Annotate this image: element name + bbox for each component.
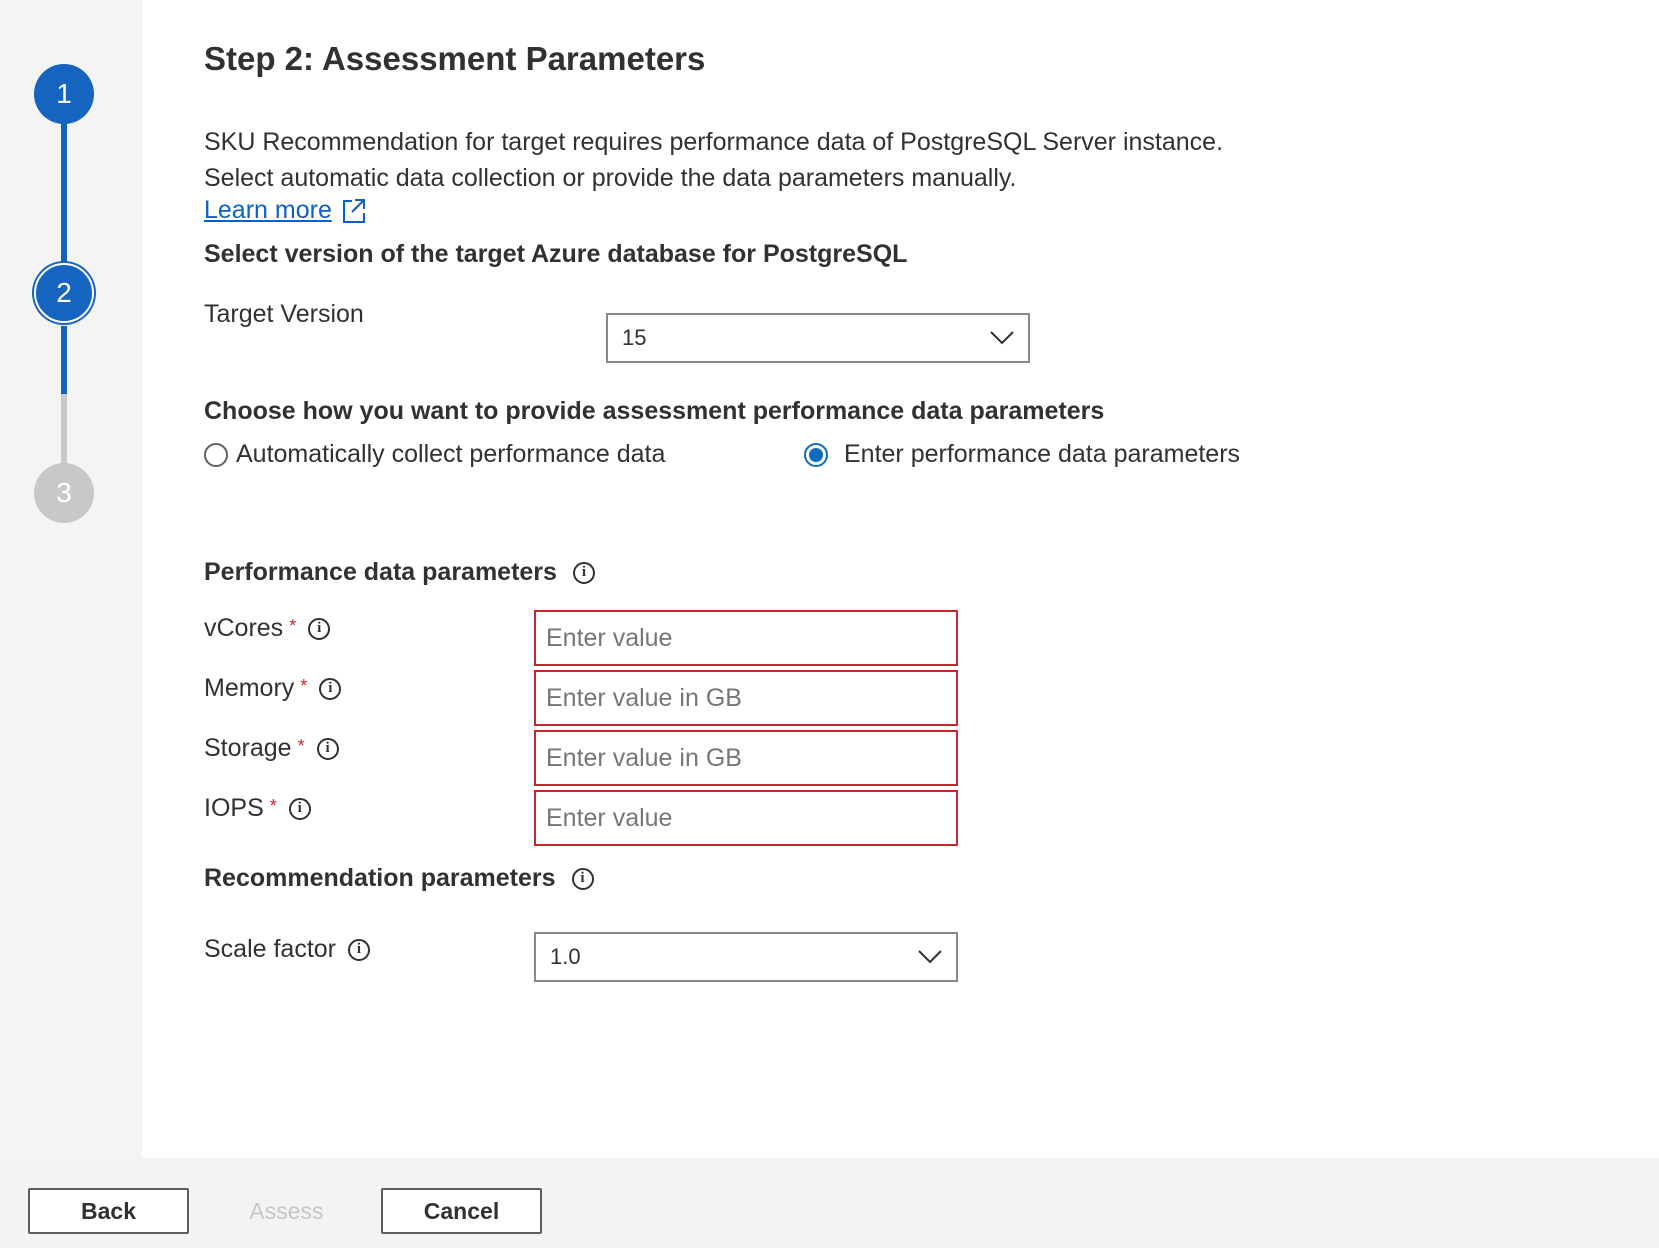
scale-factor-label: Scale factor i	[204, 935, 371, 964]
assess-button: Assess	[249, 1197, 324, 1224]
memory-input[interactable]	[534, 670, 958, 726]
external-link-icon	[342, 198, 365, 223]
vcores-label: vCores * i	[204, 614, 331, 643]
required-marker: *	[269, 796, 277, 816]
radio-manual-label: Enter performance data parameters	[844, 440, 1241, 468]
recommendation-heading: Recommendation parameters i	[204, 864, 594, 893]
footer-bar: Back Assess Cancel	[0, 1158, 1659, 1248]
storage-input[interactable]	[534, 730, 958, 786]
info-icon[interactable]: i	[572, 561, 595, 584]
method-heading: Choose how you want to provide assessmen…	[204, 397, 1105, 425]
required-marker: *	[297, 736, 305, 756]
stepper-connector-progress	[61, 326, 67, 394]
info-icon[interactable]: i	[319, 677, 342, 700]
learn-more-label: Learn more	[204, 196, 332, 224]
scale-factor-dropdown[interactable]: 1.0	[534, 932, 958, 982]
back-button[interactable]: Back	[28, 1188, 189, 1234]
page-title: Step 2: Assessment Parameters	[204, 40, 706, 77]
radio-enter-parameters[interactable]: Enter performance data parameters	[804, 440, 1240, 469]
memory-label-text: Memory	[204, 674, 295, 702]
main-content: Step 2: Assessment Parameters SKU Recomm…	[204, 0, 1659, 1158]
vcores-label-text: vCores	[204, 614, 284, 642]
iops-label-text: IOPS	[204, 794, 264, 822]
info-icon[interactable]: i	[308, 617, 331, 640]
description-line-1: SKU Recommendation for target requires p…	[204, 128, 1224, 156]
target-version-value: 15	[622, 325, 647, 350]
stepper-connector-completed	[61, 120, 67, 262]
storage-label: Storage * i	[204, 734, 339, 763]
info-icon[interactable]: i	[288, 797, 311, 820]
stepper-connector-pending	[61, 394, 67, 464]
chevron-down-icon	[918, 950, 942, 964]
radio-manual-indicator[interactable]	[804, 442, 828, 467]
scale-factor-label-text: Scale factor	[204, 935, 337, 963]
info-icon[interactable]: i	[571, 867, 594, 890]
step-1-indicator[interactable]: 1	[34, 64, 94, 124]
required-marker: *	[289, 616, 297, 636]
iops-input[interactable]	[534, 790, 958, 846]
target-version-dropdown[interactable]: 15	[606, 313, 1030, 363]
vcores-input[interactable]	[534, 610, 958, 666]
perf-params-heading: Performance data parameters i	[204, 558, 595, 587]
recommendation-heading-label: Recommendation parameters	[204, 864, 556, 892]
memory-label: Memory * i	[204, 674, 342, 703]
chevron-down-icon	[990, 331, 1014, 345]
radio-auto-indicator[interactable]	[204, 442, 228, 467]
info-icon[interactable]: i	[348, 938, 371, 961]
radio-auto-label: Automatically collect performance data	[236, 440, 666, 468]
target-version-label: Target Version	[204, 300, 364, 328]
cancel-button[interactable]: Cancel	[381, 1188, 542, 1234]
learn-more-link[interactable]: Learn more	[204, 196, 366, 225]
step-3-indicator: 3	[34, 463, 94, 523]
scale-factor-value: 1.0	[550, 944, 581, 969]
perf-params-heading-label: Performance data parameters	[204, 558, 557, 586]
radio-auto-collect[interactable]: Automatically collect performance data	[204, 440, 665, 469]
step-2-indicator[interactable]: 2	[34, 263, 94, 323]
version-heading: Select version of the target Azure datab…	[204, 240, 908, 268]
wizard-stepper: 1 2 3	[0, 0, 142, 1158]
required-marker: *	[300, 676, 308, 696]
iops-label: IOPS * i	[204, 794, 311, 823]
storage-label-text: Storage	[204, 734, 292, 762]
description-line-2: Select automatic data collection or prov…	[204, 164, 1017, 192]
info-icon[interactable]: i	[316, 737, 339, 760]
